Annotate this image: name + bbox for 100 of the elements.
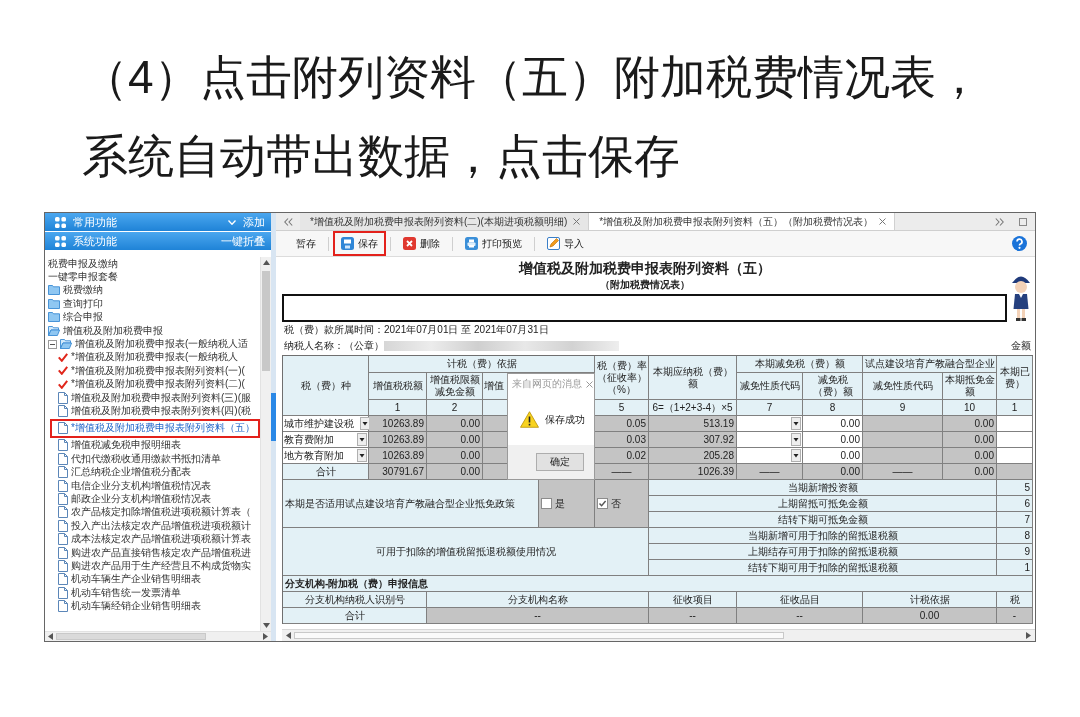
tree-item[interactable]: 税费申报及缴纳: [45, 257, 260, 271]
toolbar-button[interactable]: 删除: [400, 235, 443, 252]
toolbar-button[interactable]: 暂存: [293, 235, 319, 252]
scroll-thumb[interactable]: [262, 271, 270, 371]
dropdown-field[interactable]: [737, 416, 803, 432]
caret-up-icon[interactable]: [262, 260, 270, 265]
tree-item[interactable]: 邮政企业分支机构增值税情况表: [45, 492, 260, 506]
checkbox[interactable]: [541, 498, 552, 509]
caret-down-icon[interactable]: [262, 623, 270, 628]
tree-item[interactable]: 购进农产品用于生产经营且不构成货物实: [45, 559, 260, 573]
horizontal-scrollbar[interactable]: [45, 631, 271, 641]
tree-item[interactable]: 电信企业分支机构增值税情况表: [45, 478, 260, 493]
input-field[interactable]: [997, 432, 1033, 448]
table-cell: --: [427, 608, 649, 624]
close-icon[interactable]: [573, 218, 581, 225]
column-header: 分支机构名称: [427, 592, 649, 608]
scroll-thumb[interactable]: [294, 632, 784, 639]
input-field[interactable]: 0.00: [803, 432, 863, 448]
input-field[interactable]: [997, 416, 1033, 432]
tree-item[interactable]: 投入产出法核定农产品增值税进项税额计: [45, 519, 260, 533]
checkbox[interactable]: [597, 498, 608, 509]
caret-down-icon[interactable]: [791, 417, 801, 430]
tree-item[interactable]: 一键零申报套餐: [45, 270, 260, 284]
panel-title: 系统功能: [73, 234, 118, 248]
table-cell: 0.00: [943, 432, 997, 448]
table-cell: 0.00: [943, 464, 997, 480]
table-cell: 0.00: [863, 608, 997, 624]
tree-item[interactable]: 机动车销售统一发票清单: [45, 586, 260, 600]
double-chevron-left-icon[interactable]: [283, 217, 293, 226]
confirm-button[interactable]: 确定: [536, 453, 584, 471]
tree-item[interactable]: *增值税及附加税费申报表附列资料（五）: [50, 418, 260, 438]
tree-item[interactable]: 税费缴纳: [45, 283, 260, 298]
tree-item[interactable]: 汇总纳税企业增值税分配表: [45, 465, 260, 479]
splitter-bar[interactable]: [271, 213, 276, 641]
input-field[interactable]: 0.00: [803, 416, 863, 432]
toolbar-button[interactable]: 打印预览: [462, 235, 525, 252]
caret-down-icon[interactable]: [791, 449, 801, 462]
tree-item[interactable]: 机动车辆经销企业销售明细表: [45, 599, 260, 613]
minus-box-icon[interactable]: [48, 339, 57, 349]
column-group-header: 计税（费）依据: [369, 356, 595, 373]
document-icon: [58, 492, 68, 505]
row-number: 6: [997, 496, 1033, 512]
toolbar-button[interactable]: 保存: [338, 235, 381, 252]
scroll-thumb[interactable]: [56, 633, 206, 640]
row-number: 5: [997, 480, 1033, 496]
row-label: 上期留抵可抵免金额: [649, 496, 997, 512]
dropdown-field[interactable]: [737, 448, 803, 464]
dropdown-field[interactable]: 城市维护建设税: [283, 416, 369, 432]
chevron-down-icon[interactable]: [228, 219, 236, 225]
tree-item[interactable]: *增值税及附加税费申报表(一般纳税人: [45, 350, 260, 365]
tree-item[interactable]: 增值税及附加税费申报: [45, 323, 260, 338]
heading-text: 系统自动带出数据，点击保存: [82, 129, 680, 184]
dropdown-field[interactable]: 教育费附加: [283, 432, 369, 448]
tree-item[interactable]: 增值税及附加税费申报表附列资料(三)(服: [45, 390, 260, 405]
tree-item[interactable]: *增值税及附加税费申报表附列资料(一)(: [45, 364, 260, 378]
document-icon: [58, 573, 68, 586]
tree-item[interactable]: 增值税及附加税费申报表(一般纳税人适: [45, 337, 260, 351]
double-chevron-right-icon[interactable]: [994, 217, 1004, 226]
dropdown-field[interactable]: [737, 432, 803, 448]
table-cell: ——: [737, 464, 803, 480]
tree-item[interactable]: 综合申报: [45, 310, 260, 324]
tree-item[interactable]: 增值税及附加税费申报表附列资料(四)(税: [45, 404, 260, 418]
help-icon[interactable]: [1012, 236, 1027, 251]
tree-item[interactable]: 成本法核定农产品增值税进项税额计算表: [45, 532, 260, 546]
input-field[interactable]: [997, 448, 1033, 464]
tree-item[interactable]: 增值税减免税申报明细表: [45, 438, 260, 453]
toolbar-button[interactable]: 导入: [544, 235, 587, 252]
tab[interactable]: *增值税及附加税费申报表附列资料(二)(本期进项税额明细): [300, 213, 590, 230]
tree-item[interactable]: *增值税及附加税费申报表附列资料(二)(: [45, 377, 260, 391]
caret-right-icon[interactable]: [1026, 632, 1031, 639]
caret-left-icon[interactable]: [286, 632, 291, 639]
document-icon: [58, 452, 68, 465]
close-icon[interactable]: [879, 218, 887, 225]
tree-item[interactable]: 查询打印: [45, 297, 260, 311]
caret-down-icon[interactable]: [357, 433, 367, 446]
caret-right-icon[interactable]: [263, 633, 268, 640]
maximize-icon[interactable]: [1019, 217, 1027, 226]
splitter-handle[interactable]: [271, 393, 276, 441]
form-title: 增值税及附加税费申报表附列资料（五）: [518, 260, 771, 278]
input-field[interactable]: 0.00: [803, 448, 863, 464]
dialog-message: 保存成功: [545, 413, 585, 426]
tree-item[interactable]: 代扣代缴税收通用缴款书抵扣清单: [45, 452, 260, 466]
tree-item[interactable]: 农产品核定扣除增值税进项税额计算表（: [45, 505, 260, 520]
close-icon[interactable]: [586, 380, 593, 388]
row-number: 8: [997, 528, 1033, 544]
column-header: 减免性质代码: [863, 373, 943, 400]
tree-item[interactable]: 机动车辆生产企业销售明细表: [45, 572, 260, 586]
dropdown-field[interactable]: 地方教育附加: [283, 448, 369, 464]
caret-down-icon[interactable]: [791, 433, 801, 446]
row-label: 结转下期可用于扣除的留抵退税额: [649, 560, 997, 576]
row-label: 当期新增投资额: [649, 480, 997, 496]
tab[interactable]: *增值税及附加税费申报表附列资料（五）（附加税费情况表）: [589, 213, 896, 230]
table-cell: 0.00: [803, 464, 863, 480]
tree-item[interactable]: 购进农产品直接销售核定农产品增值税进: [45, 545, 260, 560]
caret-down-icon[interactable]: [357, 449, 367, 462]
caret-left-icon[interactable]: [48, 633, 53, 640]
vertical-scrollbar[interactable]: [260, 257, 271, 631]
table-cell: -: [997, 608, 1033, 624]
column-header: 本期已 费）: [997, 356, 1033, 400]
horizontal-scrollbar[interactable]: [282, 629, 1035, 641]
